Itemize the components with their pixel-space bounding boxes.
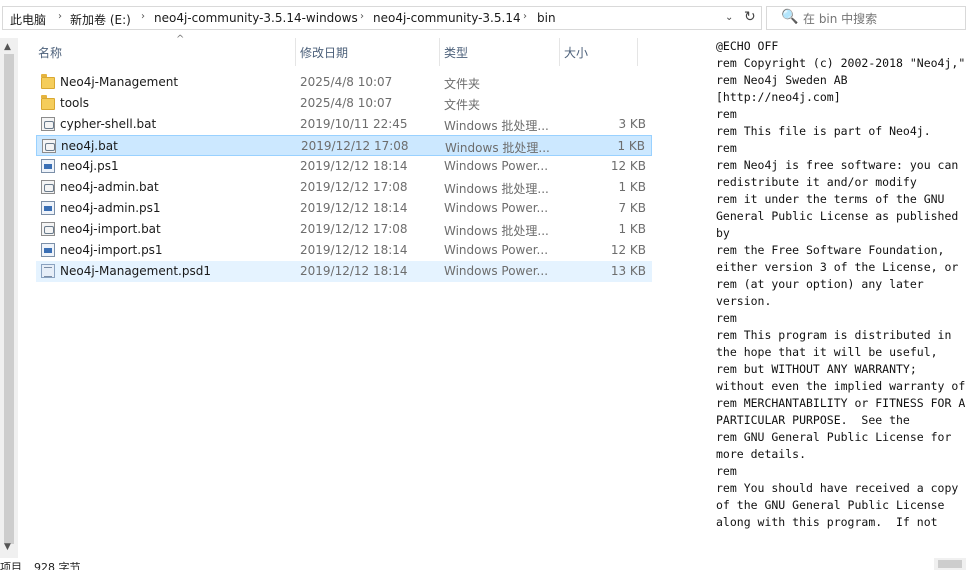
ps1-file-icon xyxy=(41,159,55,173)
file-row[interactable]: neo4j.bat 2019/12/12 17:08 Windows 批处理... 1… xyxy=(36,135,652,156)
psd1-file-icon xyxy=(41,264,55,278)
crumb-drive[interactable]: 新加卷 (E:) xyxy=(70,11,131,28)
file-row[interactable]: tools 2025/4/8 10:07 文件夹 xyxy=(36,93,652,114)
crumb-this-pc[interactable]: 此电脑 xyxy=(10,11,46,28)
file-date: 2019/10/11 22:45 xyxy=(300,117,408,131)
column-header-size-label: 大小 xyxy=(564,46,589,60)
crumb-neo4j-windows[interactable]: neo4j-community-3.5.14-windows xyxy=(154,11,358,25)
search-icon: 🔍 xyxy=(781,9,799,25)
file-size: 1 KB xyxy=(618,222,646,236)
file-type: Windows Power... xyxy=(444,201,549,215)
file-type: Windows 批处理... xyxy=(445,141,550,155)
file-type: Windows 批处理... xyxy=(444,119,549,133)
file-date: 2025/4/8 10:07 xyxy=(300,75,393,89)
file-size: 1 KB xyxy=(618,180,646,194)
file-type: 文件夹 xyxy=(444,98,481,112)
file-date: 2019/12/12 18:14 xyxy=(300,201,408,215)
list-scrollbar[interactable]: ▲ ▼ xyxy=(0,38,18,558)
scroll-down-icon[interactable]: ▼ xyxy=(4,542,11,552)
file-name: Neo4j-Management xyxy=(60,75,179,89)
file-size: 7 KB xyxy=(618,201,646,215)
status-bar: 项目 928 字节 xyxy=(0,558,710,570)
file-name: neo4j.bat xyxy=(61,139,118,153)
crumb-separator[interactable]: › xyxy=(523,11,527,22)
file-size: 1 KB xyxy=(617,139,645,153)
file-type: Windows Power... xyxy=(444,264,549,278)
scroll-up-icon[interactable]: ▲ xyxy=(4,42,11,52)
file-row[interactable]: neo4j-admin.ps1 2019/12/12 18:14 Windows P… xyxy=(36,198,652,219)
folder-icon xyxy=(41,95,55,110)
ps1-file-icon xyxy=(41,201,55,215)
file-type: Windows Power... xyxy=(444,243,549,257)
status-item-count: 项目 xyxy=(0,561,22,570)
file-row[interactable]: neo4j-admin.bat 2019/12/12 17:08 Windows 批… xyxy=(36,177,652,198)
file-name: neo4j.ps1 xyxy=(60,159,119,173)
file-row[interactable]: neo4j-import.ps1 2019/12/12 18:14 Windows … xyxy=(36,240,652,261)
file-name: cypher-shell.bat xyxy=(60,117,157,131)
folder-icon xyxy=(41,74,55,89)
bat-file-icon xyxy=(41,222,55,236)
bat-file-icon xyxy=(41,180,55,194)
crumb-neo4j[interactable]: neo4j-community-3.5.14 xyxy=(373,11,521,25)
crumb-separator[interactable]: › xyxy=(360,11,364,22)
file-name: tools xyxy=(60,96,89,110)
column-header-name-label: 名称 xyxy=(38,46,63,60)
search-input[interactable] xyxy=(801,9,965,29)
column-header-size[interactable]: 大小 xyxy=(560,38,638,66)
file-type: 文件夹 xyxy=(444,77,481,91)
file-type: Windows Power... xyxy=(444,159,549,173)
file-name: neo4j-admin.ps1 xyxy=(60,201,161,215)
file-row[interactable]: Neo4j-Management 2025/4/8 10:07 文件夹 xyxy=(36,72,652,93)
file-date: 2019/12/12 17:08 xyxy=(300,180,408,194)
bat-file-icon xyxy=(42,139,56,153)
column-header-type[interactable]: 类型 xyxy=(440,38,560,66)
bat-file-icon xyxy=(41,117,55,131)
crumb-separator[interactable]: › xyxy=(141,11,145,22)
file-row[interactable]: neo4j-import.bat 2019/12/12 17:08 Windows … xyxy=(36,219,652,240)
file-date: 2019/12/12 17:08 xyxy=(301,139,409,153)
column-header-type-label: 类型 xyxy=(444,46,469,60)
file-name: Neo4j-Management.psd1 xyxy=(60,264,211,278)
file-list: 名称 ^ 修改日期 类型 大小 Neo4j-Management 2025/4/8… xyxy=(18,34,708,558)
preview-pane: @ECHO OFF rem Copyright (c) 2002-2018 "N… xyxy=(708,38,966,556)
file-row[interactable]: neo4j.ps1 2019/12/12 18:14 Windows Power..… xyxy=(36,156,652,177)
file-size: 12 KB xyxy=(610,159,646,173)
file-size: 3 KB xyxy=(618,117,646,131)
file-name: neo4j-import.ps1 xyxy=(60,243,163,257)
ps1-file-icon xyxy=(41,243,55,257)
file-type: Windows 批处理... xyxy=(444,182,549,196)
scroll-thumb[interactable] xyxy=(4,54,14,544)
chevron-down-icon[interactable]: ⌄ xyxy=(725,12,733,23)
file-size: 12 KB xyxy=(610,243,646,257)
refresh-icon[interactable]: ↻ xyxy=(744,9,756,25)
file-date: 2025/4/8 10:07 xyxy=(300,96,393,110)
file-date: 2019/12/12 18:14 xyxy=(300,264,408,278)
status-size: 928 字节 xyxy=(34,561,81,570)
file-row[interactable]: Neo4j-Management.psd1 2019/12/12 18:14 Win… xyxy=(36,261,652,282)
address-area: 此电脑 › 新加卷 (E:) › neo4j-community-3.5.14-… xyxy=(0,0,966,38)
file-date: 2019/12/12 18:14 xyxy=(300,243,408,257)
preview-scroll-thumb[interactable] xyxy=(938,560,962,568)
file-row[interactable]: cypher-shell.bat 2019/10/11 22:45 Windows … xyxy=(36,114,652,135)
file-date: 2019/12/12 18:14 xyxy=(300,159,408,173)
file-type: Windows 批处理... xyxy=(444,224,549,238)
preview-scrollbar[interactable] xyxy=(934,558,966,570)
file-name: neo4j-admin.bat xyxy=(60,180,159,194)
column-header-name[interactable]: 名称 xyxy=(34,38,296,66)
search-box[interactable]: 🔍 xyxy=(766,6,966,30)
column-header-date-label: 修改日期 xyxy=(300,46,349,60)
crumb-separator[interactable]: › xyxy=(58,11,62,22)
sort-ascending-icon: ^ xyxy=(176,34,185,45)
file-date: 2019/12/12 17:08 xyxy=(300,222,408,236)
column-header-date[interactable]: 修改日期 xyxy=(296,38,440,66)
preview-text: @ECHO OFF rem Copyright (c) 2002-2018 "N… xyxy=(716,39,966,529)
file-size: 13 KB xyxy=(610,264,646,278)
file-name: neo4j-import.bat xyxy=(60,222,161,236)
crumb-bin[interactable]: bin xyxy=(537,11,556,25)
